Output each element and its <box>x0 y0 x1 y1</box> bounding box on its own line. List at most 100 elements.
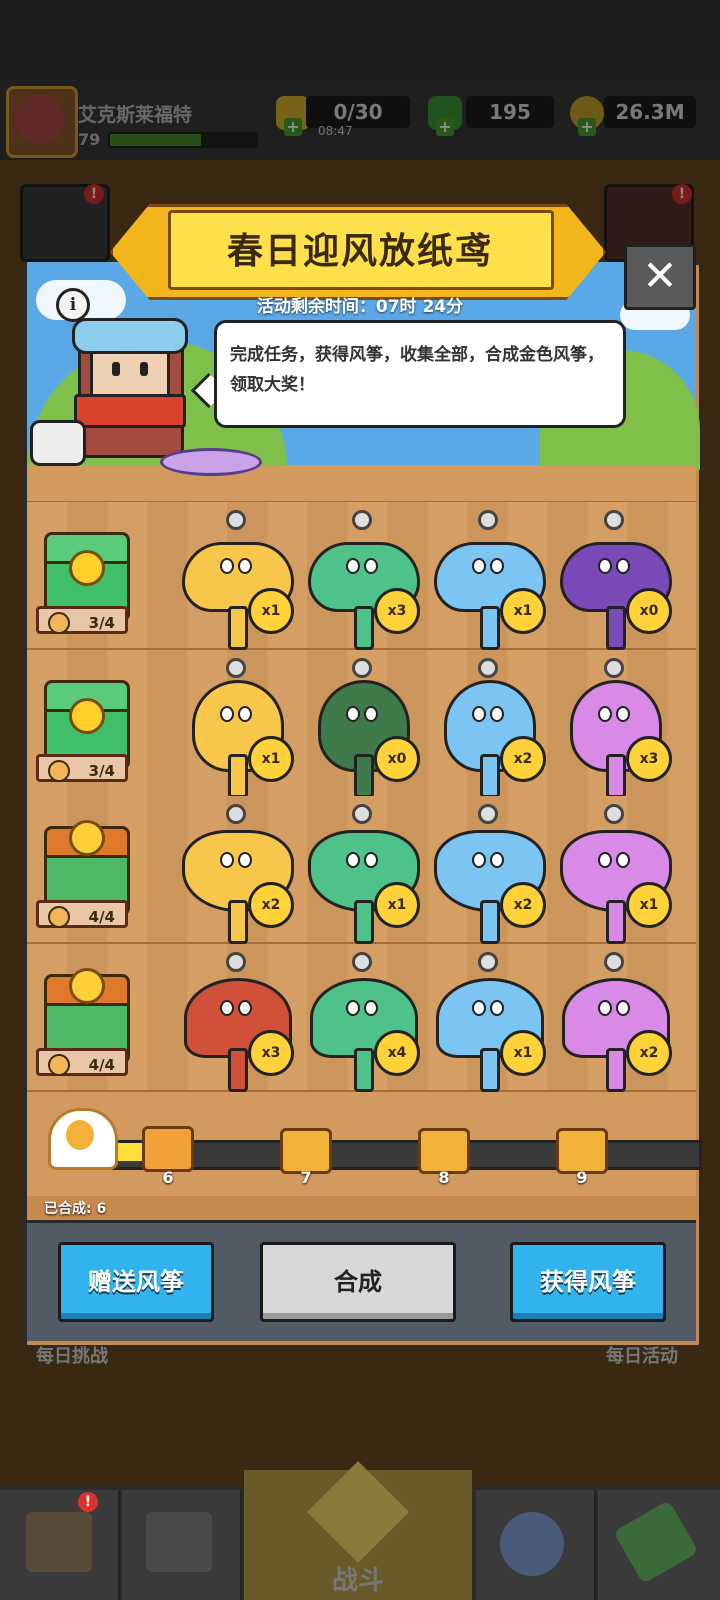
reward-progress-text: 3/4 <box>88 614 115 632</box>
merge-button[interactable]: 合成 <box>260 1242 456 1322</box>
character-goggles <box>72 318 188 354</box>
kite-eye <box>616 706 630 722</box>
kite-eye <box>346 706 360 722</box>
kite-eye <box>598 558 612 574</box>
kite-count-badge: x0 <box>374 736 420 782</box>
nav-battle-label: 战斗 <box>331 1566 384 1596</box>
kite-count-badge: x1 <box>500 588 546 634</box>
kite-tail <box>606 1048 626 1092</box>
kite-hook-icon <box>604 510 624 530</box>
kite-eye <box>598 1000 612 1016</box>
kite-tail <box>606 606 626 650</box>
kite-hook-icon <box>226 804 246 824</box>
kite-tail <box>354 754 374 798</box>
kite-tail <box>354 1048 374 1092</box>
reward-progress-text: 4/4 <box>88 1056 115 1074</box>
orb-icon <box>500 1512 564 1576</box>
kite-tail <box>228 1048 248 1092</box>
butterfly-kite-mini-icon <box>48 906 70 928</box>
kite-eye <box>472 706 486 722</box>
kite-hook-icon <box>478 804 498 824</box>
kite-tail <box>228 754 248 798</box>
lock-icon <box>69 698 105 734</box>
kite-eye <box>364 1000 378 1016</box>
kite-tail <box>480 754 500 798</box>
kite-hook-icon <box>352 804 372 824</box>
status-bar <box>0 0 720 80</box>
open-chest-icon <box>69 820 105 856</box>
milestone-label: 7 <box>300 1168 312 1187</box>
kite-count-badge: x3 <box>374 588 420 634</box>
open-chest-icon <box>69 968 105 1004</box>
kite-eye <box>616 852 630 868</box>
kite-count-badge: x3 <box>248 1030 294 1076</box>
kite-hook-icon <box>604 952 624 972</box>
kite-eye <box>598 706 612 722</box>
kite-tail <box>354 606 374 650</box>
kite-eye <box>346 1000 360 1016</box>
kite-hook-icon <box>226 658 246 678</box>
kite-tail <box>606 900 626 944</box>
event-description: 完成任务，获得风筝，收集全部，合成金色风筝，领取大奖！ <box>230 345 604 395</box>
kite-tail <box>228 900 248 944</box>
kite-tail <box>480 606 500 650</box>
milestone-chest[interactable] <box>142 1126 194 1172</box>
kite-tail <box>480 900 500 944</box>
kite-count-badge: x2 <box>500 882 546 928</box>
lock-icon <box>69 550 105 586</box>
kite-count-badge: x3 <box>626 736 672 782</box>
character-hand <box>30 420 86 466</box>
kite-count-badge: x0 <box>626 588 672 634</box>
golden-kite-body <box>66 1120 94 1150</box>
kite-eye <box>346 558 360 574</box>
kite-eye <box>220 852 234 868</box>
kite-eye <box>238 1000 252 1016</box>
kite-hook-icon <box>478 952 498 972</box>
reward-progress-text: 4/4 <box>88 908 115 926</box>
kite-eye <box>616 558 630 574</box>
kite-eye <box>490 706 504 722</box>
close-button[interactable]: ✕ <box>624 244 696 310</box>
kite-eye <box>616 1000 630 1016</box>
character-eye <box>140 362 148 376</box>
kite-eye <box>598 852 612 868</box>
kite-tail <box>606 754 626 798</box>
kite-count-badge: x1 <box>248 588 294 634</box>
kite-eye <box>364 706 378 722</box>
kite-eye <box>490 1000 504 1016</box>
kite-eye <box>238 558 252 574</box>
milestone-label: 8 <box>438 1168 450 1187</box>
kite-eye <box>364 558 378 574</box>
kite-count-badge: x1 <box>626 882 672 928</box>
milestone-label: 9 <box>576 1168 588 1187</box>
event-title: 春日迎风放纸鸢 <box>226 231 493 272</box>
kite-hook-icon <box>352 952 372 972</box>
purple-kite-decoration <box>160 448 262 476</box>
gift-kite-button[interactable]: 赠送风筝 <box>58 1242 214 1322</box>
banner-ledge <box>27 465 696 504</box>
kite-eye <box>220 706 234 722</box>
kite-hook-icon <box>478 658 498 678</box>
kite-eye <box>238 706 252 722</box>
kite-eye <box>220 1000 234 1016</box>
event-timer: 活动剩余时间：07时 24分 <box>256 297 464 317</box>
kite-eye <box>490 852 504 868</box>
merged-count: 已合成: 6 <box>44 1201 107 1217</box>
kite-hook-icon <box>604 658 624 678</box>
kite-eye <box>472 852 486 868</box>
obtain-kite-button[interactable]: 获得风筝 <box>510 1242 666 1322</box>
kite-hook-icon <box>226 510 246 530</box>
kite-eye <box>346 852 360 868</box>
kite-hook-icon <box>352 658 372 678</box>
kite-count-badge: x1 <box>248 736 294 782</box>
kite-eye <box>220 558 234 574</box>
beetle-kite-mini-icon <box>48 760 70 782</box>
daily-event-label: 每日活动 <box>606 1346 678 1367</box>
character-scarf <box>74 394 186 428</box>
kite-tail <box>228 606 248 650</box>
info-icon[interactable]: i <box>56 288 90 322</box>
kite-count-badge: x2 <box>626 1030 672 1076</box>
kite-eye <box>364 852 378 868</box>
kite-hook-icon <box>226 952 246 972</box>
kite-count-badge: x1 <box>500 1030 546 1076</box>
